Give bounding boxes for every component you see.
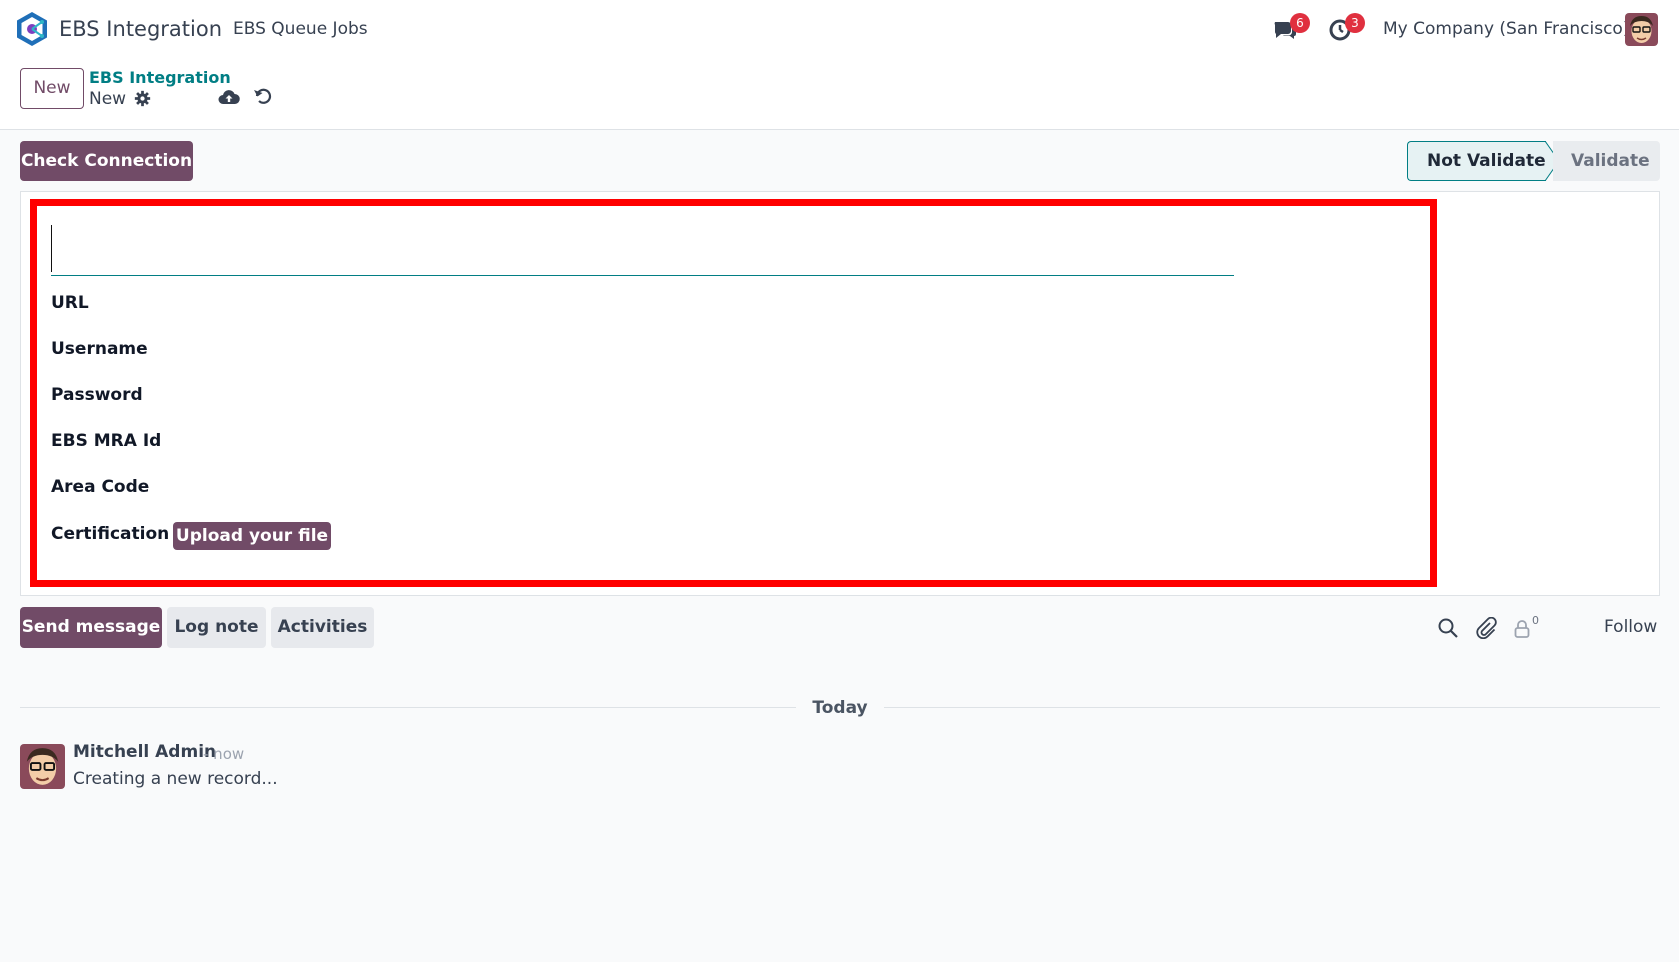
follow-button[interactable]: Follow (1604, 617, 1657, 637)
date-separator: Today (812, 698, 868, 718)
top-navbar: EBS Integration EBS Queue Jobs 6 3 My Co… (0, 0, 1679, 58)
menu-item-queue-jobs[interactable]: EBS Queue Jobs (233, 19, 368, 39)
log-note-button[interactable]: Log note (167, 607, 266, 648)
control-panel: New EBS Integration New (0, 58, 1679, 130)
breadcrumb-current: New (89, 89, 127, 109)
message-author[interactable]: Mitchell Admin (73, 742, 216, 762)
date-separator-line (20, 707, 796, 708)
send-message-button[interactable]: Send message (20, 607, 162, 648)
app-logo-icon[interactable] (15, 11, 49, 47)
user-icon[interactable] (1511, 617, 1533, 639)
breadcrumb-parent[interactable]: EBS Integration (89, 68, 231, 87)
cloud-upload-icon[interactable] (218, 87, 240, 107)
new-button[interactable]: New (20, 68, 84, 109)
check-connection-button[interactable]: Check Connection (20, 141, 193, 181)
avatar[interactable] (20, 744, 65, 789)
followers-count: 0 (1532, 614, 1539, 627)
highlight-box (30, 199, 1437, 587)
activities-badge: 3 (1345, 13, 1365, 33)
undo-icon[interactable] (253, 87, 273, 107)
company-switcher[interactable]: My Company (San Francisco) (1383, 19, 1629, 39)
stage-not-validate[interactable]: Not Validate (1407, 141, 1546, 181)
message-body: Creating a new record... (73, 769, 278, 789)
user-avatar[interactable] (1625, 13, 1658, 46)
activities-button[interactable]: Activities (271, 607, 374, 648)
gear-icon[interactable] (134, 90, 151, 107)
date-separator-line (884, 707, 1660, 708)
messages-badge: 6 (1290, 13, 1310, 33)
stage-validate[interactable]: Validate (1553, 141, 1660, 181)
message-time: - now (203, 745, 245, 763)
paperclip-icon[interactable] (1475, 616, 1497, 640)
search-icon[interactable] (1437, 617, 1459, 639)
app-name[interactable]: EBS Integration (59, 17, 222, 41)
